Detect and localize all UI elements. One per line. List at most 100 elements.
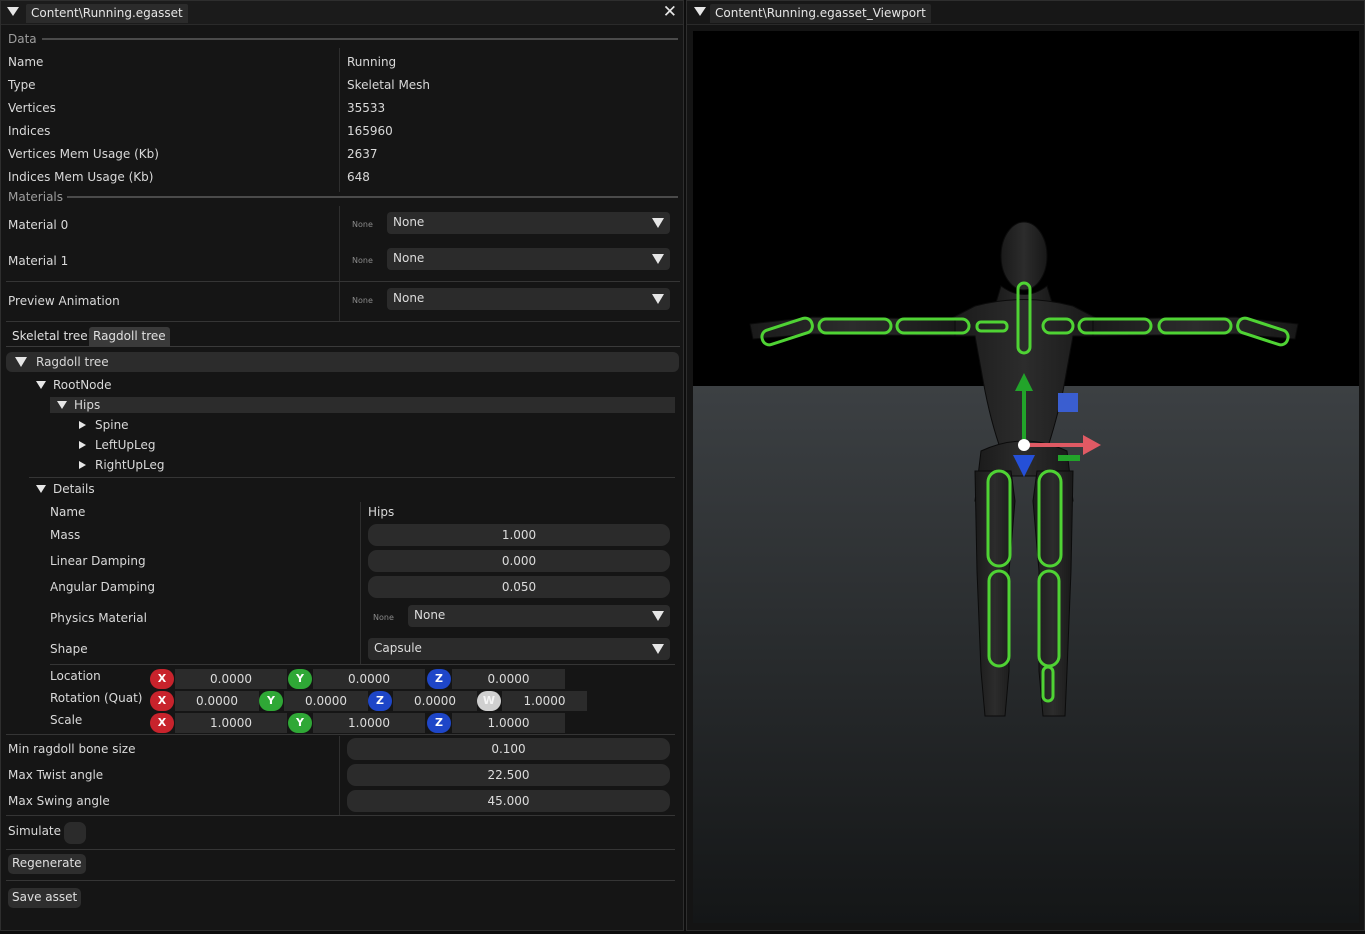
angular-damping-label: Angular Damping <box>50 580 155 594</box>
max-swing-input[interactable]: 45.000 <box>347 790 670 812</box>
divider <box>29 477 675 478</box>
scale-z-input[interactable]: 1.0000 <box>452 713 565 733</box>
material-1-thumbnail: None <box>352 256 373 265</box>
ragdoll-tree-header[interactable]: Ragdoll tree <box>6 352 679 372</box>
chevron-down-icon <box>652 254 664 264</box>
axis-w-badge: W <box>477 691 501 711</box>
location-label: Location <box>50 669 101 683</box>
details-header[interactable]: Details <box>53 482 95 496</box>
mass-label: Mass <box>50 528 81 542</box>
max-swing-label: Max Swing angle <box>8 794 110 808</box>
tree-node-hips[interactable]: Hips <box>74 398 100 412</box>
caret-right-icon[interactable] <box>79 421 86 429</box>
rotation-z-input[interactable]: 0.0000 <box>393 691 477 711</box>
material-0-select[interactable]: None <box>387 212 670 234</box>
data-label-name: Name <box>8 55 44 69</box>
data-value-indices-mem: 648 <box>347 170 370 184</box>
tree-node-spine[interactable]: Spine <box>95 418 129 432</box>
caret-down-icon[interactable] <box>36 381 46 389</box>
caret-right-icon[interactable] <box>79 461 86 469</box>
column-divider <box>339 736 340 816</box>
preview-animation-select[interactable]: None <box>387 288 670 310</box>
save-asset-button[interactable]: Save asset <box>8 888 82 908</box>
data-section-title: Data <box>8 32 37 46</box>
details-name-label: Name <box>50 505 86 519</box>
axis-x-badge: X <box>150 691 174 711</box>
scale-label: Scale <box>50 713 83 727</box>
min-bone-size-label: Min ragdoll bone size <box>8 742 136 756</box>
data-value-indices: 165960 <box>347 124 393 138</box>
asset-editor-titlebar: Content\Running.egasset ✕ <box>1 1 683 25</box>
divider <box>6 321 680 322</box>
physics-material-thumbnail: None <box>373 613 394 622</box>
divider <box>50 664 675 665</box>
tab-ragdoll-tree[interactable]: Ragdoll tree <box>89 327 170 346</box>
preview-animation-selected: None <box>393 291 425 305</box>
linear-damping-label: Linear Damping <box>50 554 146 568</box>
divider <box>6 734 675 735</box>
caret-down-icon[interactable] <box>36 485 46 493</box>
data-value-name: Running <box>347 55 397 69</box>
regenerate-button[interactable]: Regenerate <box>8 854 86 874</box>
viewport-titlebar: Content\Running.egasset_Viewport <box>687 1 1364 25</box>
divider <box>6 880 675 881</box>
tree-node-rightupleg[interactable]: RightUpLeg <box>95 458 164 472</box>
data-value-type: Skeletal Mesh <box>347 78 431 92</box>
physics-material-label: Physics Material <box>50 611 147 625</box>
data-label-vertices: Vertices <box>8 101 56 115</box>
tree-node-leftupleg[interactable]: LeftUpLeg <box>95 438 155 452</box>
material-0-label: Material 0 <box>8 218 69 232</box>
axis-x-badge: X <box>150 669 174 689</box>
column-divider <box>360 502 361 664</box>
shape-select[interactable]: Capsule <box>368 638 670 660</box>
rotation-label: Rotation (Quat) <box>50 691 143 705</box>
collapse-icon[interactable] <box>694 7 706 16</box>
chevron-down-icon <box>652 294 664 304</box>
ragdoll-tree-header-label: Ragdoll tree <box>36 355 109 369</box>
3d-viewport[interactable] <box>693 31 1359 923</box>
scale-x-input[interactable]: 1.0000 <box>175 713 287 733</box>
shape-label: Shape <box>50 642 88 656</box>
min-bone-size-input[interactable]: 0.100 <box>347 738 670 760</box>
viewport-title[interactable]: Content\Running.egasset_Viewport <box>710 4 931 23</box>
caret-down-icon[interactable] <box>57 401 67 409</box>
rotation-w-input[interactable]: 1.0000 <box>502 691 587 711</box>
material-0-thumbnail: None <box>352 220 373 229</box>
tree-node-selected-row[interactable] <box>50 397 675 413</box>
chevron-down-icon <box>652 218 664 228</box>
preview-animation-thumbnail: None <box>352 296 373 305</box>
material-1-selected: None <box>393 251 425 265</box>
location-z-input[interactable]: 0.0000 <box>452 669 565 689</box>
rotation-y-input[interactable]: 0.0000 <box>284 691 368 711</box>
axis-y-badge: Y <box>259 691 283 711</box>
location-x-input[interactable]: 0.0000 <box>175 669 287 689</box>
physics-material-select[interactable]: None <box>408 605 670 627</box>
max-twist-input[interactable]: 22.500 <box>347 764 670 786</box>
axis-z-badge: Z <box>427 669 451 689</box>
mass-input[interactable]: 1.000 <box>368 524 670 546</box>
tree-node-root[interactable]: RootNode <box>53 378 112 392</box>
close-icon[interactable]: ✕ <box>663 4 677 21</box>
preview-animation-label: Preview Animation <box>8 294 120 308</box>
caret-right-icon[interactable] <box>79 441 86 449</box>
axis-y-badge: Y <box>288 713 312 733</box>
data-value-vertices: 35533 <box>347 101 386 115</box>
rotation-x-input[interactable]: 0.0000 <box>175 691 259 711</box>
angular-damping-input[interactable]: 0.050 <box>368 576 670 598</box>
tab-skeletal-tree[interactable]: Skeletal tree <box>8 327 92 346</box>
scale-y-input[interactable]: 1.0000 <box>313 713 425 733</box>
linear-damping-input[interactable]: 0.000 <box>368 550 670 572</box>
divider <box>6 281 680 282</box>
window-title[interactable]: Content\Running.egasset <box>26 4 188 23</box>
column-divider <box>339 206 340 322</box>
data-label-type: Type <box>8 78 36 92</box>
divider <box>67 196 678 198</box>
material-1-label: Material 1 <box>8 254 69 268</box>
simulate-checkbox[interactable] <box>64 822 86 844</box>
material-1-select[interactable]: None <box>387 248 670 270</box>
collapse-icon[interactable] <box>7 7 19 16</box>
location-y-input[interactable]: 0.0000 <box>313 669 425 689</box>
data-label-vertices-mem: Vertices Mem Usage (Kb) <box>8 147 159 161</box>
divider <box>42 38 678 40</box>
axis-y-badge: Y <box>288 669 312 689</box>
